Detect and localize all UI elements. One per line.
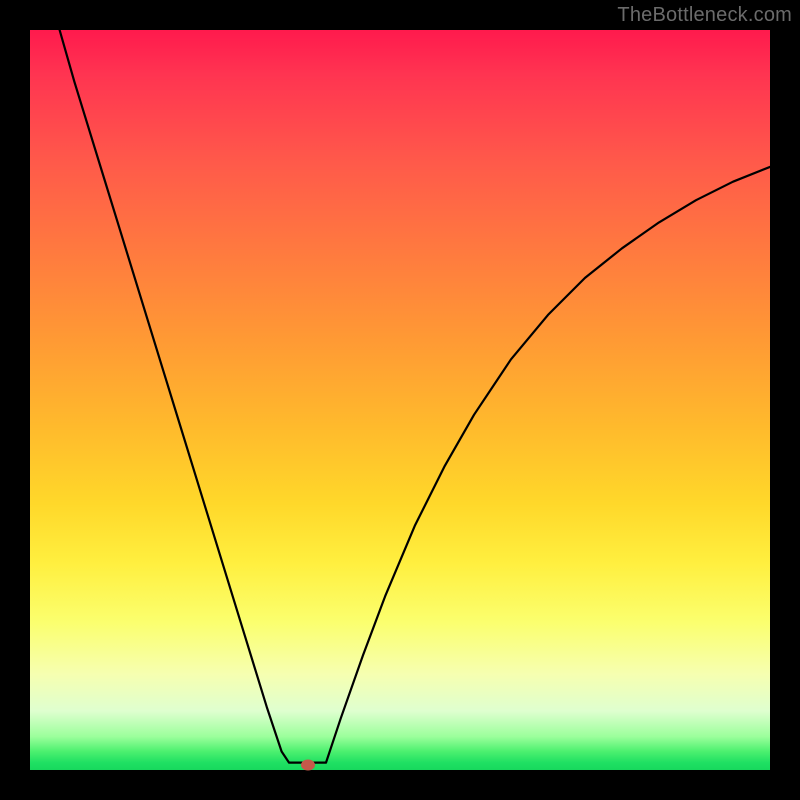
plot-area: [30, 30, 770, 770]
bottleneck-curve: [30, 30, 770, 770]
watermark-text: TheBottleneck.com: [617, 4, 792, 27]
optimum-marker: [301, 759, 315, 770]
chart-frame: TheBottleneck.com: [0, 0, 800, 800]
curve-path: [60, 30, 770, 763]
